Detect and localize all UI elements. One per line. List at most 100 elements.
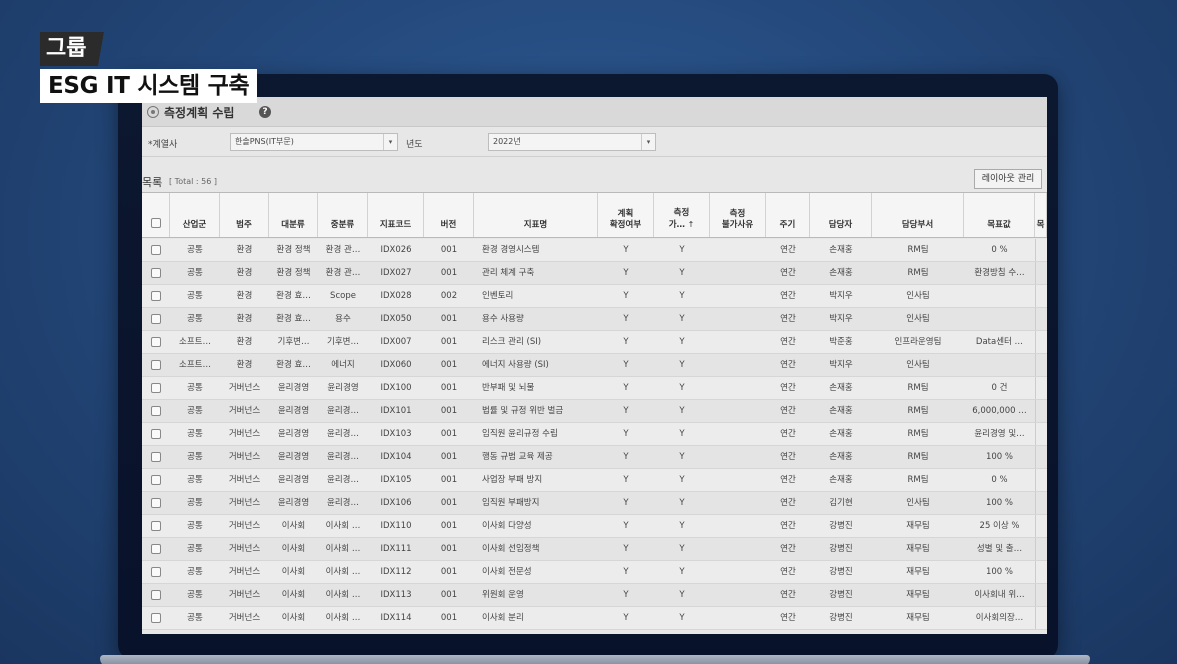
table-cell-overflow: [1035, 584, 1047, 606]
row-checkbox[interactable]: [151, 290, 161, 301]
row-checkbox[interactable]: [151, 428, 161, 439]
row-checkbox[interactable]: [151, 474, 161, 485]
row-checkbox[interactable]: [151, 566, 161, 577]
table-row[interactable]: 공통 거버넌스 이사회 이사회 … IDX111 001 이사회 선임정책 Y Y 연간 강병진 재무…: [142, 538, 1047, 561]
table-cell: [710, 607, 766, 629]
table-row[interactable]: 공통 거버넌스 윤리경영 윤리경영 IDX100 001 반부패 및 뇌물 Y Y 연간 손재홍 RM…: [142, 377, 1047, 400]
select-all-checkbox[interactable]: [150, 217, 161, 228]
row-checkbox[interactable]: [151, 336, 161, 347]
row-checkbox[interactable]: [151, 267, 161, 278]
row-checkbox[interactable]: [151, 497, 161, 508]
table-row[interactable]: 공통 거버넌스 윤리경영 윤리경… IDX106 001 임직원 부패방지 Y Y 연간 김기현 인사…: [142, 492, 1047, 515]
table-cell: IDX028: [380, 291, 412, 301]
row-checkbox[interactable]: [151, 359, 161, 370]
row-checkbox[interactable]: [151, 382, 161, 393]
table-row[interactable]: 공통 거버넌스 윤리경영 윤리경… IDX105 001 사업장 부패 방지 Y Y 연간 손재홍 R…: [142, 469, 1047, 492]
table-cell: 윤리경영: [277, 406, 310, 416]
column-header[interactable]: 산업군: [170, 193, 220, 237]
select-all-header[interactable]: [142, 193, 170, 237]
column-header-label: 담당부서: [901, 220, 934, 230]
table-header: 산업군 범주 대분류 중분류 지표코드 버전 지표명 계획 확정여부 측정 가… ↑ 측정 불가사…: [142, 192, 1047, 238]
column-header[interactable]: 주기: [766, 193, 810, 237]
column-header[interactable]: 담당부서: [872, 193, 964, 237]
column-header-label: 지표명: [523, 220, 548, 230]
column-header-label: 범주: [236, 220, 252, 230]
table-row[interactable]: 공통 환경 환경 효… 용수 IDX050 001 용수 사용량 Y Y 연간 박지우 인사팀: [142, 308, 1047, 331]
table-cell: 001: [440, 521, 458, 531]
table-cell: Y: [679, 567, 685, 577]
help-icon[interactable]: ?: [259, 106, 271, 118]
table-cell: 윤리경영: [277, 475, 310, 485]
column-header[interactable]: 목: [1035, 193, 1047, 237]
page-title: 측정계획 수립: [164, 106, 235, 120]
table-row[interactable]: 공통 거버넌스 이사회 이사회 … IDX113 001 위원회 운영 Y Y 연간 강병진 재무팀 이…: [142, 584, 1047, 607]
table-row[interactable]: 공통 거버넌스 이사회 이사회 … IDX112 001 이사회 전문성 Y Y 연간 강병진 재무팀…: [142, 561, 1047, 584]
company-select[interactable]: 한솔PNS(IT부문) ▾: [230, 133, 398, 151]
row-checkbox[interactable]: [151, 313, 161, 324]
table-cell: 반부패 및 뇌물: [482, 383, 535, 393]
sort-arrow-icon[interactable]: ↑: [685, 220, 695, 229]
column-header[interactable]: 측정 가… ↑: [654, 193, 710, 237]
table-cell: Y: [679, 268, 685, 278]
table-cell: [964, 285, 1035, 307]
column-header[interactable]: 지표코드: [368, 193, 424, 237]
layout-manage-button[interactable]: 레이아웃 관리: [974, 169, 1042, 189]
table-cell: 환경: [236, 245, 253, 255]
table-cell: [710, 377, 766, 399]
column-header[interactable]: 측정 불가사유: [710, 193, 766, 237]
table-row[interactable]: 소프트… 환경 기후변… 기후변… IDX007 001 리스크 관리 (SI) Y Y 연간 박준…: [142, 331, 1047, 354]
row-checkbox[interactable]: [151, 405, 161, 416]
row-checkbox[interactable]: [151, 543, 161, 554]
table-cell: 공통: [187, 521, 203, 531]
column-header[interactable]: 중분류: [318, 193, 368, 237]
table-cell: 환경 효…: [276, 314, 311, 324]
column-header-label: 측정 가… ↑: [668, 208, 695, 230]
column-header-label: 대분류: [281, 220, 305, 230]
table-cell: 인사팀: [906, 291, 930, 301]
table-row[interactable]: 공통 환경 환경 정책 환경 관… IDX026 001 환경 경영시스템 Y Y 연간 손재홍 RM…: [142, 239, 1047, 262]
column-header[interactable]: 담당자: [810, 193, 872, 237]
table-row[interactable]: 공통 거버넌스 윤리경영 윤리경… IDX103 001 임직원 윤리규정 수립 Y Y 연간 손재…: [142, 423, 1047, 446]
row-checkbox[interactable]: [151, 589, 161, 600]
table-cell: IDX100: [380, 383, 412, 393]
table-cell: 공통: [187, 590, 203, 600]
table-cell-overflow: [1035, 285, 1047, 307]
table-cell: IDX113: [380, 590, 412, 600]
table-cell: [710, 515, 766, 537]
table-cell: IDX104: [380, 452, 412, 462]
row-checkbox[interactable]: [151, 244, 161, 255]
column-header[interactable]: 목표값: [964, 193, 1035, 237]
table-row[interactable]: 공통 거버넌스 윤리경영 윤리경… IDX101 001 법률 및 규정 위반 벌금 Y Y 연간…: [142, 400, 1047, 423]
table-cell: 거버넌스: [228, 475, 261, 485]
table-row[interactable]: 소프트… 환경 환경 효… 에너지 IDX060 001 에너지 사용량 (SI) Y Y 연간 박…: [142, 354, 1047, 377]
table-cell: [710, 423, 766, 445]
table-cell: 001: [440, 452, 458, 462]
table-cell: 손재홍: [829, 429, 853, 439]
table-cell: 리스크 관리 (SI): [482, 337, 542, 347]
table-row[interactable]: 공통 거버넌스 이사회 이사회 … IDX114 001 이사회 분리 Y Y 연간 강병진 재무팀 이…: [142, 607, 1047, 630]
column-header[interactable]: 계획 확정여부: [598, 193, 654, 237]
row-checkbox[interactable]: [151, 612, 161, 623]
table-cell: Y: [679, 291, 685, 301]
row-checkbox[interactable]: [151, 451, 161, 462]
table-cell: Y: [623, 337, 629, 347]
table-cell: 인프라운영팀: [894, 337, 942, 347]
row-checkbox[interactable]: [151, 520, 161, 531]
column-header[interactable]: 범주: [220, 193, 269, 237]
table-cell: 001: [440, 268, 458, 278]
table-cell: 위원회 운영: [482, 590, 524, 600]
year-select[interactable]: 2022년 ▾: [488, 133, 656, 151]
table-cell: Y: [623, 452, 629, 462]
table-row[interactable]: 공통 거버넌스 윤리경영 윤리경… IDX104 001 행동 규범 교육 제공 Y Y 연간 손재…: [142, 446, 1047, 469]
table-row[interactable]: 공통 거버넌스 이사회 이사회 … IDX110 001 이사회 다양성 Y Y 연간 강병진 재무팀…: [142, 515, 1047, 538]
table-cell: 에너지 사용량 (SI): [482, 360, 549, 370]
table-cell: Y: [679, 360, 685, 370]
column-header[interactable]: 대분류: [269, 193, 318, 237]
column-header[interactable]: 지표명: [474, 193, 598, 237]
table-body: 공통 환경 환경 정책 환경 관… IDX026 001 환경 경영시스템 Y Y 연간 손재홍 RM…: [142, 239, 1047, 634]
table-row[interactable]: 공통 환경 환경 정책 환경 관… IDX027 001 관리 체계 구축 Y Y 연간 손재홍 RM…: [142, 262, 1047, 285]
table-cell: [710, 285, 766, 307]
table-row[interactable]: 공통 환경 환경 효… Scope IDX028 002 인벤토리 Y Y 연간 박지우 인사팀: [142, 285, 1047, 308]
table-cell: 손재홍: [829, 383, 853, 393]
column-header[interactable]: 버전: [424, 193, 474, 237]
